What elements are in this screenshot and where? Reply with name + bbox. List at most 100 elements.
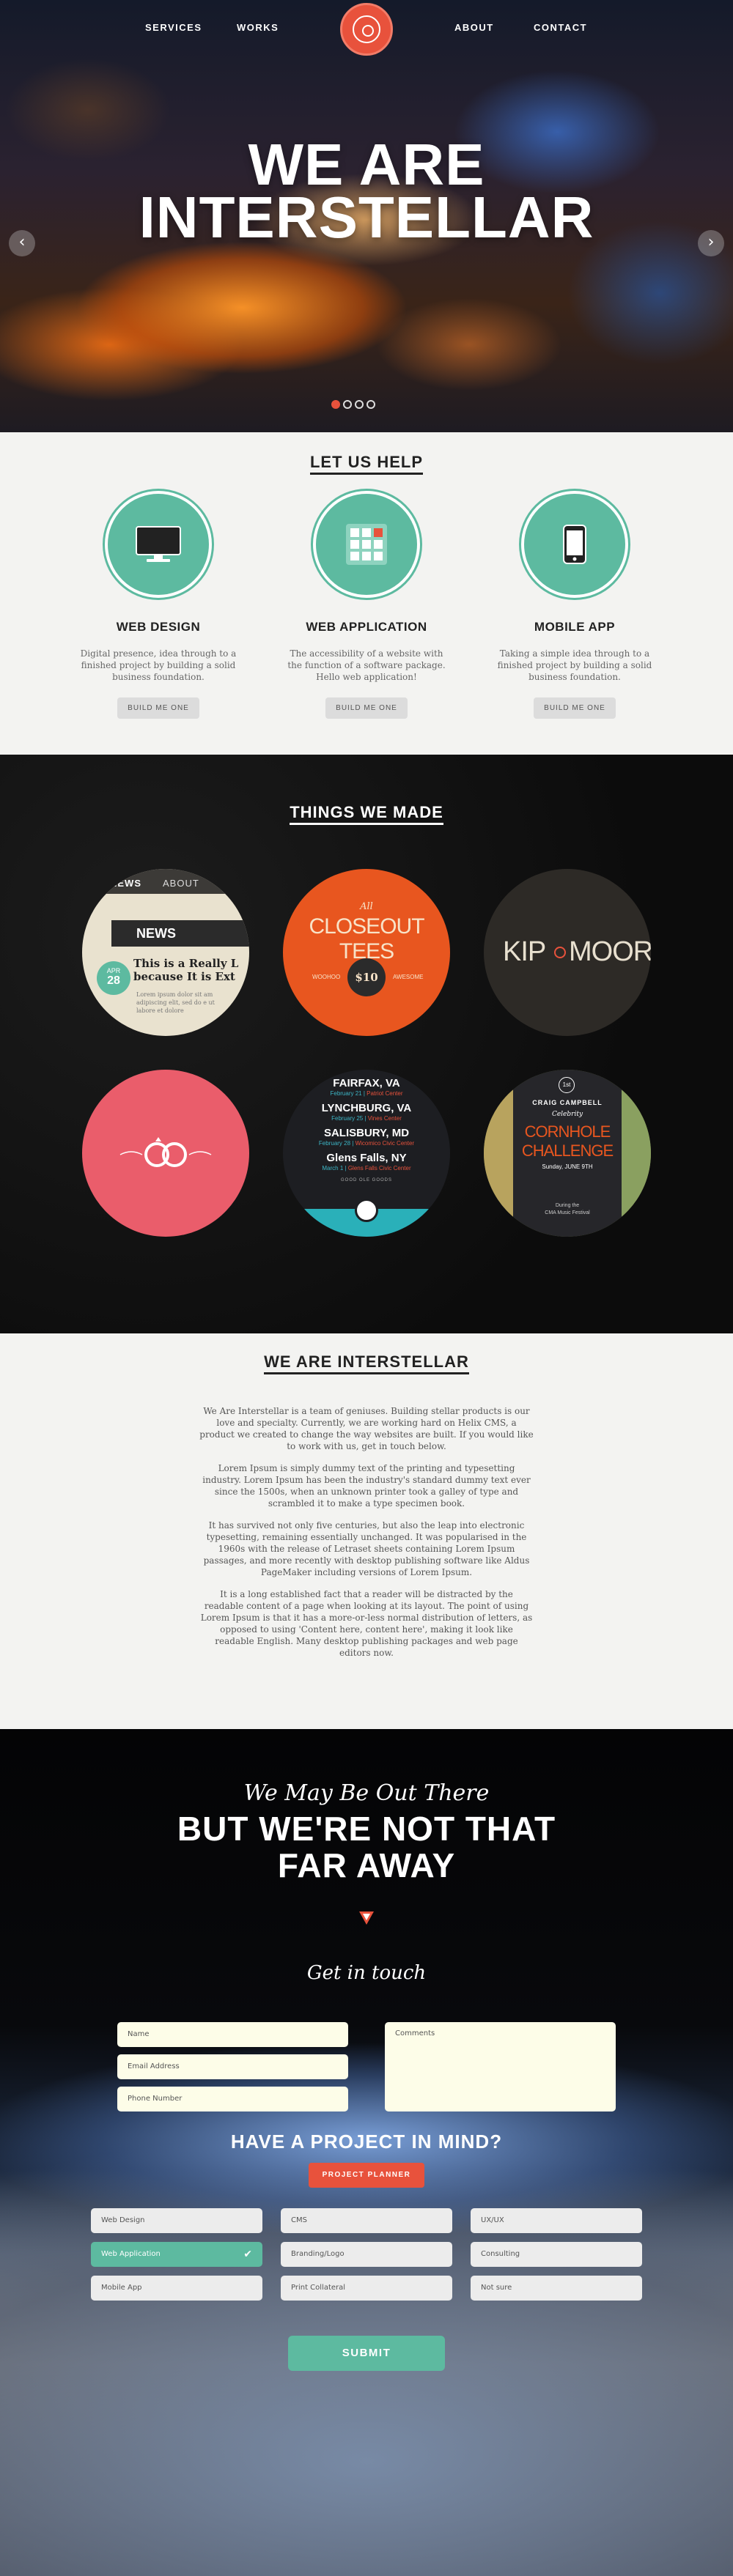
works-title: THINGS WE MADE [290, 803, 443, 825]
news-heading: NEWS [136, 926, 176, 941]
date-badge: APR 28 [97, 961, 130, 995]
work-closeout-tees[interactable]: All CLOSEOUT TEES WOOHOO $10 AWESOME [283, 869, 450, 1036]
option-not-sure[interactable]: Not sure [471, 2276, 642, 2301]
slider-dot[interactable] [366, 400, 375, 409]
news-tab: NEWS [110, 878, 141, 889]
option-cms[interactable]: CMS [281, 2208, 452, 2233]
phone-field[interactable]: Phone Number [117, 2087, 348, 2111]
service-text: Taking a simple idea through to a finish… [497, 648, 652, 682]
cornhole-name: CRAIG CAMPBELL [532, 1099, 603, 1106]
option-consulting[interactable]: Consulting [471, 2242, 642, 2267]
about-paragraph: Lorem Ipsum is simply dummy text of the … [202, 1463, 531, 1509]
nav-services[interactable]: SERVICES [145, 22, 202, 33]
price-badge: $10 [347, 958, 386, 996]
checkmark-icon: ✔ [243, 2249, 252, 2260]
option-web-application[interactable]: Web Application ✔ [91, 2242, 262, 2267]
about-section: WE ARE INTERSTELLAR We Are Interstellar … [0, 1333, 733, 1729]
slider-dot[interactable] [331, 400, 340, 409]
tour-footer: GOOD OLE GOODS [340, 1178, 392, 1182]
logo-mark-icon [353, 15, 380, 43]
service-title: WEB APPLICATION [306, 620, 427, 634]
cornhole-celebrity: Celebrity [551, 1111, 583, 1118]
project-planner-button[interactable]: PROJECT PLANNER [309, 2163, 424, 2188]
work-cornhole-challenge[interactable]: 1st CRAIG CAMPBELL Celebrity CORNHOLE CH… [484, 1070, 651, 1237]
work-news[interactable]: NEWS ABOUT NEWS APR 28 This is a Really … [82, 869, 249, 1036]
tour-city: FAIRFAX, VA [333, 1077, 400, 1089]
cornhole-title1: CORNHOLE [524, 1122, 611, 1141]
tour-city: LYNCHBURG, VA [321, 1102, 412, 1114]
slider-dot[interactable] [343, 400, 352, 409]
about-title: WE ARE INTERSTELLAR [264, 1352, 469, 1374]
kip-right: MOORE [569, 936, 651, 967]
hero-section: SERVICES WORKS ABOUT CONTACT WE ARE INTE… [0, 0, 733, 432]
cornhole-footer1: During the [555, 1203, 580, 1208]
tour-date: February 28 | Wicomico Civic Center [318, 1140, 415, 1147]
about-paragraph: It has survived not only five centuries,… [203, 1520, 530, 1577]
build-me-one-button[interactable]: BUILD ME ONE [534, 697, 616, 719]
kip-left: KIP [503, 936, 546, 967]
nav-about[interactable]: ABOUT [454, 22, 494, 33]
project-heading: HAVE A PROJECT IN MIND? [230, 2131, 503, 2153]
monitor-icon [136, 526, 181, 562]
service-web-application: WEB APPLICATION The accessibility of a w… [279, 491, 454, 719]
option-branding[interactable]: Branding/Logo [281, 2242, 452, 2267]
smartphone-icon [563, 525, 586, 564]
hero-title-line2: INTERSTELLAR [139, 185, 594, 250]
option-web-design[interactable]: Web Design [91, 2208, 262, 2233]
about-paragraph: It is a long established fact that a rea… [200, 1589, 533, 1658]
closeout-right: AWESOME [393, 974, 424, 980]
tour-date: March 1 | Glens Falls Civic Center [322, 1165, 411, 1172]
build-me-one-button[interactable]: BUILD ME ONE [117, 697, 199, 719]
closeout-title: CLOSEOUT TEES [309, 914, 424, 963]
service-text: Digital presence, idea through to a fini… [80, 648, 237, 682]
option-mobile-app[interactable]: Mobile App [91, 2276, 262, 2301]
slider-next-button[interactable]: › [698, 230, 724, 256]
contact-heading-line1: BUT WE'RE NOT THAT [177, 1810, 556, 1848]
option-ux[interactable]: UX/UX [471, 2208, 642, 2233]
closeout-left: WOOHOO [312, 974, 341, 980]
news-headline: This is a Really L because It is Ext [133, 957, 239, 983]
about-paragraph: We Are Interstellar is a team of geniuse… [199, 1406, 534, 1451]
service-text: The accessibility of a website with the … [287, 648, 446, 682]
cornhole-footer2: CMA Music Festival [545, 1210, 590, 1215]
build-me-one-button[interactable]: BUILD ME ONE [325, 697, 408, 719]
slider-dot[interactable] [355, 400, 364, 409]
cornhole-title2: CHALLENGE [521, 1141, 614, 1160]
option-print-collateral[interactable]: Print Collateral [281, 2276, 452, 2301]
tour-city: Glens Falls, NY [326, 1152, 407, 1164]
tour-date: February 21 | Patriot Center [330, 1090, 403, 1097]
gear-emblem-icon [355, 1199, 378, 1222]
slider-dots [331, 400, 375, 409]
news-body: Lorem ipsum dolor sit am adipiscing elit… [136, 991, 215, 1014]
service-title: MOBILE APP [534, 620, 616, 634]
service-web-design: WEB DESIGN Digital presence, idea throug… [70, 491, 246, 719]
email-field[interactable]: Email Address [117, 2054, 348, 2079]
contact-script-heading: We May Be Out There [243, 1780, 490, 1806]
help-title: LET US HELP [309, 453, 423, 475]
tour-city: SALISBURY, MD [323, 1127, 410, 1139]
submit-button[interactable]: SUBMIT [288, 2336, 445, 2371]
tour-date: February 25 | Vines Center [331, 1115, 402, 1122]
contact-heading-line2: FAR AWAY [277, 1846, 456, 1884]
about-body: We Are Interstellar is a team of geniuse… [199, 1405, 534, 1669]
help-section: LET US HELP WEB DESIGN Digital presence,… [0, 432, 733, 755]
service-icon-circle [521, 491, 628, 598]
slider-prev-button[interactable]: ‹ [9, 230, 35, 256]
logo[interactable] [340, 3, 393, 56]
name-field[interactable]: Name [117, 2022, 348, 2047]
works-section: THINGS WE MADE NEWS ABOUT NEWS APR 28 Th… [0, 755, 733, 1333]
kip-circle-icon [554, 947, 566, 958]
triangle-logo-icon [359, 1911, 374, 1925]
nav-contact[interactable]: CONTACT [534, 22, 587, 33]
service-title: WEB DESIGN [116, 620, 201, 634]
work-kip-moore[interactable]: KIP MOORE [484, 869, 651, 1036]
contact-section: We May Be Out There BUT WE'RE NOT THAT F… [0, 1729, 733, 2576]
get-in-touch-heading: Get in touch [306, 1962, 427, 1984]
cornhole-date: Sunday, JUNE 9TH [542, 1163, 593, 1170]
work-tour-dates[interactable]: FAIRFAX, VA February 21 | Patriot Center… [283, 1070, 450, 1237]
work-wedding-rings[interactable] [82, 1070, 249, 1237]
closeout-small: All [360, 901, 373, 912]
comments-field[interactable]: Comments [385, 2022, 616, 2111]
nav-works[interactable]: WORKS [237, 22, 279, 33]
about-tab: ABOUT [163, 878, 199, 889]
